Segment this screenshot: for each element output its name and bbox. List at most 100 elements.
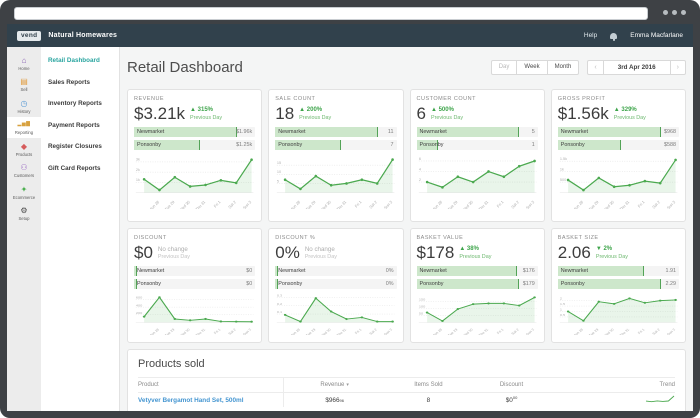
kpi-value: $3.21k <box>134 105 185 123</box>
vend-logo[interactable]: vend <box>17 31 41 41</box>
kpi-delta-percent: ▲ 315% <box>190 107 222 115</box>
kpi-number-row: $0No changePrevious Day <box>134 244 255 262</box>
date-next-button[interactable]: › <box>671 60 686 75</box>
sidebar-rail-item-history[interactable]: ◷History <box>7 95 41 117</box>
column-header-discount[interactable]: Discount <box>471 382 551 388</box>
kpi-delta: No changePrevious Day <box>158 246 190 261</box>
kpi-chart: 600400200Mon 28Tue 29Wed 30Thu 31Fri 1Sa… <box>134 292 255 335</box>
svg-text:Fri 1: Fri 1 <box>637 328 646 335</box>
column-header-revenue[interactable]: Revenue▾ <box>283 378 386 392</box>
page-title: Retail Dashboard <box>127 59 243 76</box>
svg-text:Fri 1: Fri 1 <box>354 199 363 208</box>
period-button-day[interactable]: Day <box>491 60 518 75</box>
user-menu[interactable]: Emma Macfarlane <box>630 32 683 39</box>
svg-text:400: 400 <box>136 304 142 308</box>
svg-text:Mon 28: Mon 28 <box>572 328 584 335</box>
kpi-number-row: 18▲ 200%Previous Day <box>275 105 396 123</box>
outlet-value: 1.91 <box>666 266 677 276</box>
column-header-product[interactable]: Product <box>138 382 283 388</box>
products-sold-section: Products sold ProductRevenue▾Items SoldD… <box>127 349 686 411</box>
column-header-items-sold[interactable]: Items Sold <box>386 382 472 388</box>
date-navigator: ‹ 3rd Apr 2016 › <box>587 60 686 75</box>
mini-line-chart: 15010050Mon 28Tue 29Wed 30Thu 31Fri 1Sat… <box>417 292 538 335</box>
history-icon: ◷ <box>21 99 28 108</box>
sidebar-rail-item-setup[interactable]: ⚙Setup <box>7 203 41 225</box>
svg-text:Mon 28: Mon 28 <box>148 328 160 335</box>
subnav-item-register-closures[interactable]: Register Closures <box>48 143 112 150</box>
svg-text:100: 100 <box>418 305 424 309</box>
window-dot[interactable] <box>672 10 677 15</box>
kpi-card-title: DISCOUNT <box>134 235 255 241</box>
outlet-name: Ponsonby <box>561 279 585 289</box>
top-nav-bar: vend Natural Homewares Help Emma Macfarl… <box>7 24 693 47</box>
kpi-number-row: 0%No changePrevious Day <box>275 244 396 262</box>
sidebar-rail-item-ecommerce[interactable]: ✦Ecommerce <box>7 181 41 203</box>
outlet-bar-ponsonby: Ponsonby2.29 <box>558 279 679 289</box>
kpi-delta: ▲ 38%Previous Day <box>459 246 491 260</box>
outlet-bars: Newmarket$1.96kPonsonby$1.25k <box>134 127 255 150</box>
kpi-card-title: SALE COUNT <box>275 96 396 102</box>
window-controls[interactable] <box>663 10 686 15</box>
subnav-item-payment-reports[interactable]: Payment Reports <box>48 122 112 129</box>
page-header: Retail Dashboard DayWeekMonth ‹ 3rd Apr … <box>127 55 686 79</box>
ecommerce-icon: ✦ <box>21 185 28 194</box>
outlet-bar-newmarket: Newmarket1.91 <box>558 266 679 276</box>
kpi-card-title: CUSTOMER COUNT <box>417 96 538 102</box>
rail-item-label: Customers <box>14 173 34 178</box>
discount-cell: $000 <box>471 395 551 404</box>
outlet-name: Newmarket <box>278 266 305 276</box>
sidebar-rail-item-reporting[interactable]: ▂▅▇Reporting <box>7 117 41 139</box>
subnav-item-retail-dashboard[interactable]: Retail Dashboard <box>48 57 112 64</box>
products-icon: ◆ <box>21 142 27 151</box>
outlet-bar-newmarket: Newmarket5 <box>417 127 538 137</box>
date-prev-button[interactable]: ‹ <box>587 60 603 75</box>
url-bar[interactable] <box>14 7 648 20</box>
kpi-delta: No changePrevious Day <box>305 246 337 261</box>
kpi-cards-row-2: DISCOUNT$0No changePrevious DayNewmarket… <box>127 228 686 343</box>
sidebar-rail-item-customers[interactable]: ⚇Customers <box>7 160 41 182</box>
outlet-bar-newmarket: Newmarket$176 <box>417 266 538 276</box>
kpi-card-title: BASKET SIZE <box>558 235 679 241</box>
kpi-chart: 21.510.5Mon 28Tue 29Wed 30Thu 31Fri 1Sat… <box>558 292 679 335</box>
mini-line-chart: 600400200Mon 28Tue 29Wed 30Thu 31Fri 1Sa… <box>134 292 255 335</box>
kpi-card-gross-profit: GROSS PROFIT$1.56k▲ 329%Previous DayNewm… <box>551 89 686 222</box>
column-header-label: Product <box>138 382 159 388</box>
subnav-item-sales-reports[interactable]: Sales Reports <box>48 79 112 86</box>
column-header-trend[interactable]: Trend <box>552 382 675 388</box>
kpi-delta: ▲ 500%Previous Day <box>431 107 463 121</box>
revenue-main: $966 <box>325 397 339 404</box>
svg-text:10: 10 <box>277 169 282 174</box>
svg-text:0.1: 0.1 <box>277 311 282 315</box>
svg-text:Wed 30: Wed 30 <box>602 199 615 209</box>
sidebar-rail-item-sell[interactable]: ▤Sell <box>7 74 41 96</box>
outlet-bars: Newmarket$176Ponsonby$179 <box>417 266 538 289</box>
sidebar-rail-item-home[interactable]: ⌂Home <box>7 52 41 74</box>
date-label[interactable]: 3rd Apr 2016 <box>604 60 671 75</box>
window-dot[interactable] <box>681 10 686 15</box>
period-button-week[interactable]: Week <box>517 60 547 75</box>
kpi-delta-label: Previous Day <box>614 115 646 122</box>
svg-text:Tue 29: Tue 29 <box>305 199 317 209</box>
period-button-month[interactable]: Month <box>548 60 580 75</box>
svg-text:Thu 31: Thu 31 <box>195 328 207 335</box>
svg-text:Sun 3: Sun 3 <box>524 199 535 209</box>
window-dot[interactable] <box>663 10 668 15</box>
kpi-delta-percent: ▲ 38% <box>459 246 491 254</box>
kpi-value: 18 <box>275 105 294 123</box>
svg-text:Sun 3: Sun 3 <box>242 199 253 209</box>
outlet-name: Ponsonby <box>420 140 444 150</box>
outlet-bar-ponsonby: Ponsonby$1.25k <box>134 140 255 150</box>
help-link[interactable]: Help <box>584 32 597 39</box>
app-body: ⌂Home▤Sell◷History▂▅▇Reporting◆Products⚇… <box>7 47 693 411</box>
subnav-item-inventory-reports[interactable]: Inventory Reports <box>48 100 112 107</box>
svg-text:Sun 3: Sun 3 <box>383 199 394 209</box>
notifications-bell-icon[interactable] <box>610 33 617 39</box>
outlet-name: Ponsonby <box>278 140 302 150</box>
svg-text:Wed 30: Wed 30 <box>602 328 614 335</box>
svg-text:500: 500 <box>560 177 567 182</box>
sidebar-rail-item-products[interactable]: ◆Products <box>7 138 41 160</box>
subnav-item-gift-card-reports[interactable]: Gift Card Reports <box>48 165 112 172</box>
outlet-value: $0 <box>246 266 252 276</box>
product-link[interactable]: Vetyver Bergamot Hand Set, 500ml <box>138 397 244 404</box>
kpi-card-discount: DISCOUNT %0%No changePrevious DayNewmark… <box>268 228 403 343</box>
